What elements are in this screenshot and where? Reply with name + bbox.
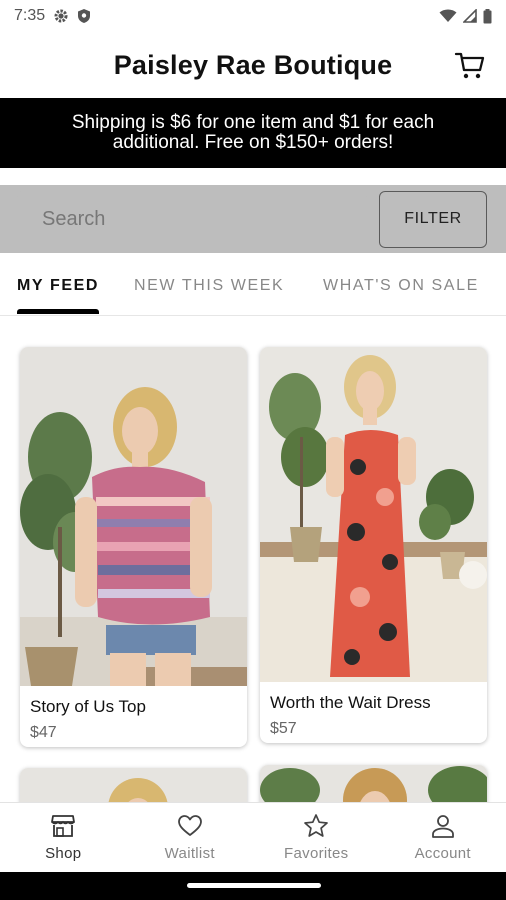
active-tab-indicator [17, 308, 100, 314]
shield-icon [78, 9, 91, 23]
product-feed[interactable]: Story of Us Top $47 Worth the Wait Dress… [0, 318, 506, 802]
product-image [260, 765, 487, 802]
product-card[interactable]: Story of Us Top $47 [20, 347, 247, 747]
settings-gear-icon [54, 9, 68, 23]
cart-button[interactable] [454, 49, 486, 81]
app-title: Paisley Rae Boutique [113, 49, 393, 80]
nav-label: Favorites [284, 845, 349, 862]
shipping-promo-banner: Shipping is $6 for one item and $1 for e… [0, 98, 506, 168]
search-bar: FILTER [0, 185, 506, 253]
nav-favorites[interactable]: Favorites [253, 803, 380, 872]
system-navigation-bar [0, 872, 506, 900]
shipping-promo-text: Shipping is $6 for one item and $1 for e… [71, 112, 435, 153]
status-bar: 7:35 [0, 0, 506, 32]
search-input[interactable] [17, 191, 367, 247]
storefront-icon [51, 815, 76, 837]
nav-waitlist[interactable]: Waitlist [127, 803, 254, 872]
feed-tabs: MY FEED NEW THIS WEEK WHAT'S ON SALE [0, 256, 506, 316]
tab-whats-on-sale[interactable]: WHAT'S ON SALE [323, 256, 479, 316]
nav-label: Waitlist [164, 845, 215, 862]
tab-label: NEW THIS WEEK [134, 276, 285, 294]
nav-label: Shop [45, 845, 82, 862]
product-card[interactable]: Worth the Wait Dress $57 [260, 347, 487, 743]
wifi-icon [439, 9, 457, 22]
shopping-cart-icon [454, 52, 485, 79]
nav-account[interactable]: Account [380, 803, 506, 872]
product-card[interactable] [260, 765, 487, 802]
app-header: Paisley Rae Boutique [0, 32, 506, 98]
product-name: Worth the Wait Dress [270, 693, 431, 712]
status-time: 7:35 [14, 7, 46, 24]
product-image [20, 347, 247, 686]
star-icon [304, 814, 329, 837]
app-screen: 7:35 Paisley Rae Boutique Shipping is $6… [0, 0, 506, 900]
product-image [20, 768, 247, 802]
product-card[interactable] [20, 768, 247, 802]
product-image [260, 347, 487, 682]
nav-label: Account [414, 845, 471, 862]
heart-icon [177, 815, 202, 836]
filter-button[interactable]: FILTER [379, 190, 487, 248]
tab-my-feed[interactable]: MY FEED [17, 256, 100, 316]
product-name: Story of Us Top [30, 697, 146, 716]
home-gesture-handle[interactable] [187, 883, 321, 888]
tab-label: WHAT'S ON SALE [323, 276, 479, 294]
nav-shop[interactable]: Shop [0, 803, 127, 872]
product-price: $47 [30, 724, 57, 741]
tab-new-this-week[interactable]: NEW THIS WEEK [134, 256, 284, 316]
product-price: $57 [270, 720, 297, 737]
bottom-navigation: Shop Waitlist Favorites Account [0, 802, 506, 872]
battery-icon [483, 8, 492, 23]
tab-label: MY FEED [17, 276, 100, 294]
cellular-signal-icon [463, 9, 477, 23]
person-icon [431, 815, 454, 838]
